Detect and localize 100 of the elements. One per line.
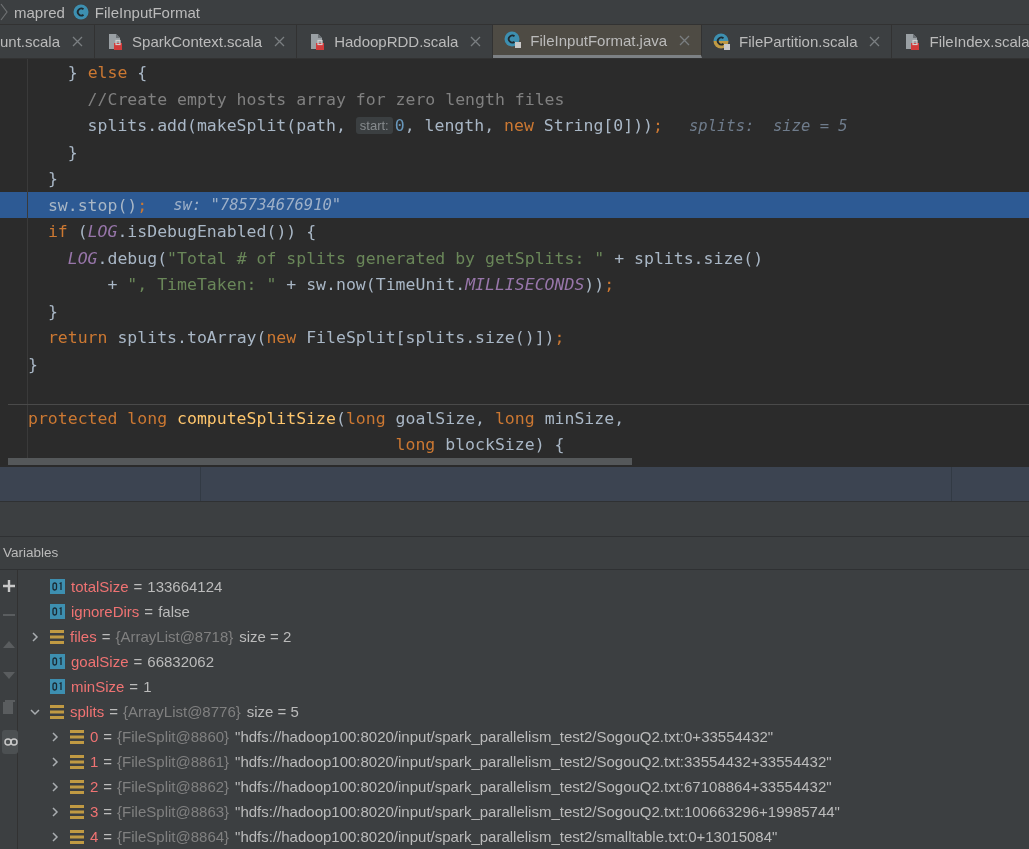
code-text: splits.add(makeSplit(path, <box>87 116 347 136</box>
object-reference: {FileSplit@8861} <box>117 753 230 770</box>
object-reference: {FileSplit@8864} <box>117 828 230 845</box>
variable-name: 4 <box>90 828 99 845</box>
copy-icon[interactable] <box>2 700 15 714</box>
file-lock-icon <box>106 32 125 51</box>
equals-sign: = <box>133 578 143 595</box>
primitive-icon <box>50 654 65 669</box>
variable-name: ignoreDirs <box>71 603 140 620</box>
static-field: LOG <box>67 248 98 268</box>
variable-value: 1 <box>143 678 152 695</box>
primitive-icon <box>50 604 65 619</box>
code-text: sw.stop() <box>47 195 138 215</box>
equals-sign: = <box>109 703 118 720</box>
code-text: minSize, <box>544 408 625 428</box>
code-comment: //Create empty hosts array for zero length files <box>87 89 565 109</box>
code-text: } <box>47 301 58 321</box>
object-icon <box>50 704 64 719</box>
keyword: ; <box>554 328 565 348</box>
equals-sign: = <box>103 778 113 795</box>
close-icon[interactable] <box>470 36 482 48</box>
file-lock-icon <box>903 32 922 51</box>
object-icon <box>70 729 84 744</box>
equals-sign: = <box>144 603 154 620</box>
code-text: + splits.size() <box>614 248 764 268</box>
parameter-hint: start: <box>355 117 393 135</box>
variable-value: "hdfs://hadoop100:8020/input/spark_parallelism_test2/SogouQ2.txt:33554432+33554432" <box>235 753 832 770</box>
keyword: ; <box>653 116 663 136</box>
variable-value: false <box>158 603 190 620</box>
keyword: long <box>345 408 386 428</box>
code-text: goalSize, <box>395 408 486 428</box>
code-text: String[0])) <box>543 116 654 136</box>
string-literal: "Total # of splits generated by getSplits: " <box>167 248 605 268</box>
breadcrumb-item[interactable]: mapred <box>14 3 65 21</box>
keyword: if <box>47 222 68 242</box>
code-text: ( <box>335 408 346 428</box>
string-literal: ", TimeTaken: " <box>127 275 277 295</box>
keyword: long <box>494 408 535 428</box>
glasses-icon[interactable] <box>1 730 18 754</box>
code-text: } <box>67 142 78 162</box>
code-text: + sw.now(TimeUnit. <box>286 275 466 295</box>
equals-sign: = <box>101 628 111 645</box>
primitive-icon <box>50 679 65 694</box>
inline-debug-value: splits: size = 5 <box>689 116 848 135</box>
up-icon[interactable] <box>2 640 15 648</box>
object-icon <box>70 754 84 769</box>
keyword: new <box>504 116 534 136</box>
keyword: return <box>47 328 108 348</box>
object-reference: {FileSplit@8860} <box>117 728 230 745</box>
static-field: MILLISECONDS <box>465 275 585 295</box>
variable-name: splits <box>70 703 105 720</box>
code-text: } <box>67 63 79 83</box>
static-field: LOG <box>87 222 118 242</box>
editor-tab[interactable]: unt.scala <box>0 25 96 59</box>
method-name: computeSplitSize <box>177 408 336 428</box>
keyword: ; <box>137 195 148 215</box>
close-icon[interactable] <box>869 36 881 48</box>
class-lock-icon <box>504 31 523 50</box>
keyword: else <box>87 63 128 83</box>
class-icon <box>72 4 89 21</box>
code-text: blockSize) { <box>445 435 565 455</box>
editor-tab[interactable]: FileInputFormat.java <box>493 25 703 59</box>
panel-title: Variables <box>3 545 59 561</box>
breadcrumb-item[interactable]: FileInputFormat <box>94 3 200 21</box>
code-text: + <box>107 275 119 295</box>
variable-value: "hdfs://hadoop100:8020/input/spark_parallelism_test2/smalltable.txt:0+13015084" <box>235 828 778 845</box>
variable-value: 133664124 <box>147 578 223 595</box>
keyword: ; <box>604 275 615 295</box>
number-literal: 0 <box>394 116 405 136</box>
down-icon[interactable] <box>2 672 15 680</box>
close-icon[interactable] <box>274 36 286 48</box>
keyword: protected long <box>28 408 169 428</box>
object-icon <box>70 779 84 794</box>
code-text: splits.toArray( <box>117 328 267 348</box>
code-text: } <box>28 354 38 374</box>
variable-value: size = 5 <box>246 703 299 720</box>
variable-name: 2 <box>90 778 99 795</box>
equals-sign: = <box>103 753 113 770</box>
code-text: FileSplit[splits.size()]) <box>306 328 555 348</box>
keyword: long <box>395 435 436 455</box>
close-icon[interactable] <box>72 36 84 48</box>
code-text: { <box>137 63 148 83</box>
close-icon[interactable] <box>679 34 691 46</box>
variable-name: goalSize <box>71 653 129 670</box>
equals-sign: = <box>133 653 143 670</box>
variable-name: 0 <box>90 728 99 745</box>
object-reference: {ArrayList@8718} <box>115 628 234 645</box>
equals-sign: = <box>103 828 113 845</box>
variable-value: 66832062 <box>147 653 215 670</box>
add-icon[interactable] <box>2 580 15 592</box>
variable-name: totalSize <box>71 578 129 595</box>
object-icon <box>70 829 84 844</box>
horizontal-scrollbar[interactable] <box>8 457 632 465</box>
equals-sign: = <box>103 803 113 820</box>
equals-sign: = <box>103 728 113 745</box>
primitive-icon <box>50 579 65 594</box>
inline-debug-value: sw: "785734676910" <box>173 196 342 215</box>
object-icon <box>70 804 84 819</box>
code-text: .isDebugEnabled()) { <box>117 222 317 242</box>
variable-name: minSize <box>71 678 125 695</box>
